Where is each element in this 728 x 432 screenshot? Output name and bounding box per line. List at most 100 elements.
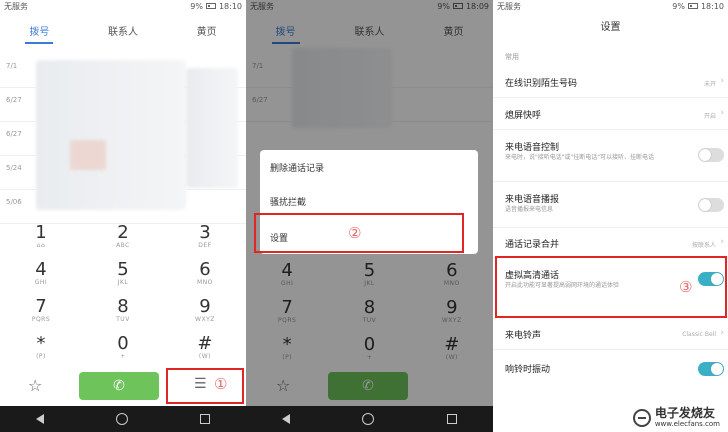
key-0[interactable]: 0 + — [82, 329, 164, 366]
carrier-text: 无服务 — [497, 1, 521, 11]
tab-dial[interactable]: 拨号 — [23, 15, 55, 46]
redacted-area — [36, 60, 186, 210]
back-icon[interactable] — [36, 414, 44, 424]
setting-description: 来电时，说"接听电话"或"挂断电话"可以接听、挂断电话 — [505, 154, 655, 161]
setting-title: 通话记录合并 — [505, 240, 560, 250]
dialer-screen: 无服务 9% 18:10 拨号 联系人 黄页 7/1 6/27 6/27 5/24… — [0, 0, 246, 432]
setting-voice-control[interactable]: 来电语音控制 来电时，说"接听电话"或"挂断电话"可以接听、挂断电话 — [493, 130, 728, 182]
key-letters: + — [120, 352, 126, 360]
dial-keypad: 1 ⌂⌂ 2 ABC 3 DEF 4 GHI 5 JKL 6 MNO 7 PQRS 8 TUV … — [0, 218, 246, 368]
vibrate-toggle[interactable] — [698, 362, 724, 376]
tab-contacts[interactable]: 联系人 — [102, 15, 144, 46]
battery-icon — [687, 3, 698, 9]
system-nav-bar — [0, 406, 246, 432]
call-button[interactable]: ✆ — [79, 372, 159, 400]
key-3[interactable]: 3 DEF — [164, 218, 246, 255]
key-letters: (P) — [36, 352, 46, 360]
key-2[interactable]: 2 ABC — [82, 218, 164, 255]
setting-title: 熄屏快呼 — [505, 111, 542, 121]
call-log-list: 7/1 6/27 6/27 5/24 5/06 — [0, 48, 246, 224]
voice-announce-toggle[interactable] — [698, 198, 724, 212]
voice-control-toggle[interactable] — [698, 148, 724, 162]
key-digit: 5 — [117, 258, 129, 280]
chevron-right-icon: › — [720, 108, 724, 118]
star-icon[interactable]: ☆ — [28, 376, 42, 395]
home-icon[interactable] — [362, 413, 375, 425]
setting-title: 来电铃声 — [505, 331, 542, 341]
key-1[interactable]: 1 ⌂⌂ — [0, 218, 82, 255]
call-settings-screen: 无服务 9% 18:10 设置 常用 在线识别陌生号码 未开 › 熄屏快呼 开启 … — [493, 0, 728, 432]
step-marker-2: ② — [348, 224, 362, 242]
setting-value: Classic Bell — [682, 331, 716, 338]
redacted-area — [186, 68, 238, 188]
key-letters: DEF — [198, 241, 212, 249]
key-letters: ABC — [116, 241, 130, 249]
watermark-logo-icon — [632, 408, 651, 427]
dialer-menu-screen: 无服务 9% 18:09 拨号 联系人 黄页 7/1 6/27 4 GHI 5 JKL… — [246, 0, 493, 432]
key-5[interactable]: 5 JKL — [82, 255, 164, 292]
key-digit: 4 — [35, 258, 47, 280]
key-digit: 1 — [35, 221, 47, 243]
clock-text: 18:10 — [218, 1, 242, 11]
chevron-right-icon: › — [720, 328, 724, 338]
key-letters: MNO — [197, 278, 213, 286]
chevron-right-icon: › — [720, 237, 724, 247]
setting-ringtone[interactable]: 来电铃声 Classic Bell › — [493, 318, 728, 350]
carrier-text: 无服务 — [4, 1, 28, 11]
site-watermark: 电子发烧友 www.elecfans.com — [632, 406, 720, 428]
setting-value: 开启 — [703, 113, 716, 120]
watermark-url: www.elecfans.com — [654, 420, 720, 428]
clock-text: 18:10 — [700, 1, 724, 11]
setting-screen-off-quick-call[interactable]: 熄屏快呼 开启 › — [493, 98, 728, 130]
key-digit: 8 — [117, 295, 129, 317]
battery-text: 9% — [672, 1, 685, 11]
key-digit: 9 — [199, 295, 211, 317]
call-date: 5/24 — [6, 164, 22, 172]
setting-vibrate-on-ring[interactable]: 响铃时振动 — [493, 350, 728, 386]
chevron-right-icon: › — [720, 76, 724, 86]
watermark-brand: 电子发烧友 — [654, 406, 715, 420]
page-title: 设置 — [600, 22, 621, 33]
key-letters: ⌂⌂ — [36, 241, 46, 249]
key-star[interactable]: * (P) — [0, 329, 82, 366]
key-8[interactable]: 8 TUV — [82, 292, 164, 329]
menu-item-delete-call-log[interactable]: 删除通话记录 — [260, 150, 478, 184]
setting-description: 语音播报来电信息 — [505, 206, 554, 213]
recents-icon[interactable] — [446, 414, 457, 424]
setting-title: 响铃时振动 — [505, 365, 551, 375]
home-icon[interactable] — [116, 413, 128, 425]
key-digit: 6 — [199, 258, 211, 280]
battery-icon — [205, 3, 216, 9]
key-4[interactable]: 4 GHI — [0, 255, 82, 292]
status-bar: 无服务 9% 18:10 — [0, 0, 246, 12]
key-letters: JKL — [117, 278, 129, 286]
key-7[interactable]: 7 PQRS — [0, 292, 82, 329]
setting-title: 来电语音播报 — [505, 195, 560, 205]
call-date: 5/06 — [6, 198, 22, 206]
setting-voice-announce[interactable]: 来电语音播报 语音播报来电信息 — [493, 182, 728, 228]
recents-icon[interactable] — [200, 414, 210, 424]
key-9[interactable]: 9 WXYZ — [164, 292, 246, 329]
back-icon[interactable] — [282, 414, 291, 424]
setting-value: 未开 — [703, 81, 716, 88]
key-digit: # — [197, 332, 213, 354]
system-nav-bar — [246, 406, 493, 432]
key-digit: 2 — [117, 221, 129, 243]
key-letters: (W) — [198, 352, 212, 360]
key-letters: TUV — [116, 315, 130, 323]
key-6[interactable]: 6 MNO — [164, 255, 246, 292]
setting-value: 按联系人 — [691, 242, 716, 249]
tab-yellow-pages[interactable]: 黄页 — [191, 15, 223, 46]
setting-online-caller-id[interactable]: 在线识别陌生号码 未开 › — [493, 66, 728, 98]
phone-icon: ✆ — [113, 378, 125, 394]
call-date: 7/1 — [6, 62, 18, 70]
step-marker-1: ① — [214, 375, 228, 393]
key-letters: PQRS — [31, 315, 51, 323]
key-letters: WXYZ — [195, 315, 215, 323]
top-tabs: 拨号 联系人 黄页 — [0, 14, 246, 46]
key-digit: 7 — [35, 295, 47, 317]
key-hash[interactable]: # (W) — [164, 329, 246, 366]
key-letters: GHI — [34, 278, 48, 286]
battery-text: 9% — [190, 1, 203, 11]
setting-merge-call-log[interactable]: 通话记录合并 按联系人 › — [493, 228, 728, 258]
